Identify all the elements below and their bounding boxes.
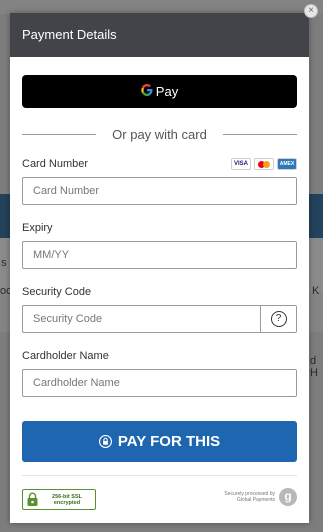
amex-icon: AMEX (277, 158, 297, 170)
mastercard-icon (254, 158, 274, 170)
global-payments-logo-icon: g (279, 488, 297, 506)
lock-icon (98, 435, 112, 448)
ssl-badge: 256-bit SSL encrypted (22, 489, 96, 510)
background-top-bar (0, 0, 323, 14)
processor-block: Securely processed by Global Payments g (224, 488, 297, 506)
pay-button[interactable]: PAY FOR THIS (22, 421, 297, 462)
card-logos: VISA AMEX (231, 158, 297, 170)
background-text: s (1, 257, 7, 269)
payment-modal: Payment Details Pay Or pay with card Car… (10, 13, 309, 523)
background-text: d H (310, 355, 318, 379)
close-button[interactable]: × (304, 4, 318, 18)
visa-icon: VISA (231, 158, 251, 170)
cardholder-label: Cardholder Name (22, 350, 109, 362)
or-divider: Or pay with card (22, 126, 297, 142)
footer-divider (22, 475, 297, 476)
card-number-label-row: Card Number VISA AMEX (22, 157, 297, 171)
security-code-group: ? (22, 305, 297, 333)
divider-text: Or pay with card (112, 126, 207, 142)
google-g-icon (141, 84, 153, 99)
question-icon: ? (270, 311, 287, 327)
pay-button-label: PAY FOR THIS (117, 433, 221, 450)
security-code-label: Security Code (22, 286, 92, 298)
modal-body: Pay Or pay with card Card Number VISA AM… (10, 57, 309, 397)
expiry-input[interactable] (22, 241, 297, 269)
background-text: K (312, 285, 320, 297)
divider-line (222, 133, 297, 135)
expiry-label-row: Expiry (22, 221, 297, 235)
card-number-label: Card Number (22, 158, 89, 170)
modal-title: Payment Details (10, 13, 309, 57)
divider-line (22, 133, 97, 135)
security-code-input[interactable] (22, 305, 260, 333)
cardholder-name-input[interactable] (22, 369, 297, 397)
card-number-input[interactable] (22, 177, 297, 205)
cardholder-label-row: Cardholder Name (22, 349, 297, 363)
security-code-label-row: Security Code (22, 285, 297, 299)
processor-line-2: Global Payments (236, 497, 275, 503)
google-pay-button[interactable]: Pay (22, 75, 297, 108)
processor-text: Securely processed by Global Payments (224, 491, 275, 503)
ssl-line-2: encrypted (53, 499, 81, 506)
ssl-text: 256-bit SSL encrypted (39, 494, 95, 506)
google-g-logo (141, 84, 153, 96)
google-pay-label: Pay (155, 84, 179, 99)
expiry-label: Expiry (22, 222, 53, 234)
ssl-lock-icon (26, 492, 39, 507)
security-code-help-button[interactable]: ? (260, 305, 297, 333)
